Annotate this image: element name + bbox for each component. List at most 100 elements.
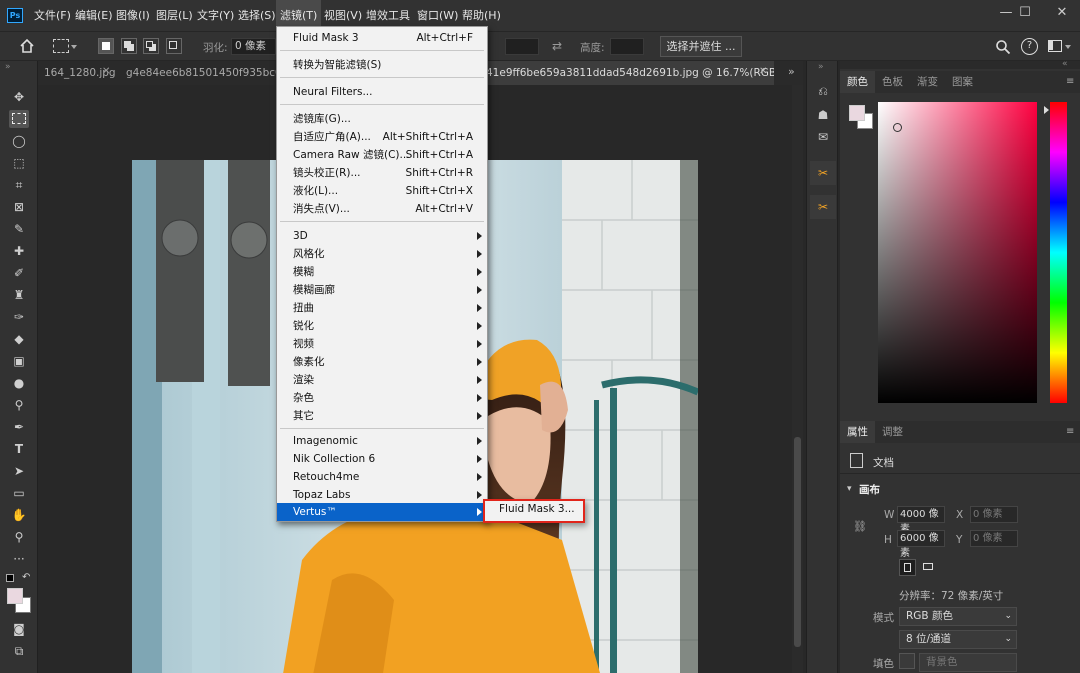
comments-icon[interactable]: ✉ bbox=[810, 125, 836, 149]
chevron-down-icon[interactable]: ▾ bbox=[847, 484, 852, 494]
maximize-button[interactable]: ☐ bbox=[1007, 0, 1043, 28]
menu-item-retouch4me[interactable]: Retouch4me bbox=[277, 468, 487, 486]
help-icon[interactable]: ? bbox=[1021, 38, 1038, 55]
menu-item-camera-raw[interactable]: Camera Raw 滤镜(C)... Shift+Ctrl+A bbox=[277, 146, 487, 164]
color-picker-field[interactable] bbox=[878, 102, 1037, 403]
menu-item-3d[interactable]: 3D bbox=[277, 227, 487, 245]
add-selection-icon[interactable] bbox=[121, 38, 137, 54]
menu-edit[interactable]: 编辑(E) bbox=[71, 0, 117, 31]
menu-item-video[interactable]: 视频 bbox=[277, 335, 487, 353]
zoom-tool-icon[interactable]: ⚲ bbox=[9, 528, 29, 546]
rectangular-marquee-tool-icon[interactable] bbox=[9, 110, 29, 128]
menu-file[interactable]: 文件(F) bbox=[30, 0, 75, 31]
menu-item-other[interactable]: 其它 bbox=[277, 407, 487, 425]
menu-select[interactable]: 选择(S) bbox=[234, 0, 280, 31]
mode-select[interactable]: RGB 颜色 ⌄ bbox=[899, 607, 1017, 626]
vertical-scrollbar[interactable] bbox=[792, 85, 803, 673]
color-panel-foreground-swatch[interactable] bbox=[849, 105, 865, 121]
close-tab-icon[interactable]: ✕ bbox=[102, 66, 110, 77]
tab-patterns[interactable]: 图案 bbox=[945, 71, 980, 93]
hue-slider-handle[interactable] bbox=[1044, 106, 1049, 114]
link-icon[interactable]: ⛓ bbox=[853, 520, 867, 533]
menu-item-blur-gallery[interactable]: 模糊画廊 bbox=[277, 281, 487, 299]
move-tool-icon[interactable]: ✥ bbox=[9, 88, 29, 106]
menu-item-filter-gallery[interactable]: 滤镜库(G)... bbox=[277, 110, 487, 128]
close-button[interactable]: ✕ bbox=[1044, 0, 1080, 28]
menu-layer[interactable]: 图层(L) bbox=[152, 0, 197, 31]
tab-gradients[interactable]: 渐变 bbox=[910, 71, 945, 93]
menu-item-liquify[interactable]: 液化(L)... Shift+Ctrl+X bbox=[277, 182, 487, 200]
foreground-color-swatch[interactable] bbox=[7, 588, 23, 604]
subtract-selection-icon[interactable] bbox=[143, 38, 159, 54]
rectangle-tool-icon[interactable]: ▭ bbox=[9, 484, 29, 502]
menu-item-neural-filters[interactable]: Neural Filters... bbox=[277, 83, 487, 101]
close-tab-icon[interactable]: ✕ bbox=[759, 66, 767, 77]
tab-document-3[interactable]: 41e9ff6be659a3811ddad548d2691b.jpg @ 16.… bbox=[484, 61, 774, 85]
menu-item-sharpen[interactable]: 锐化 bbox=[277, 317, 487, 335]
depth-select[interactable]: 8 位/通道 ⌄ bbox=[899, 630, 1017, 649]
brush-tool-icon[interactable]: ✐ bbox=[9, 264, 29, 282]
width-field[interactable]: 4000 像素 bbox=[897, 506, 945, 535]
path-selection-tool-icon[interactable]: ➤ bbox=[9, 462, 29, 480]
feather-input[interactable]: 0 像素 bbox=[231, 38, 276, 55]
tab-adjustments[interactable]: 调整 bbox=[875, 421, 910, 443]
gradient-tool-icon[interactable]: ▣ bbox=[9, 352, 29, 370]
more-tools-icon[interactable]: ··· bbox=[9, 550, 29, 568]
menu-item-lens-correction[interactable]: 镜头校正(R)... Shift+Ctrl+R bbox=[277, 164, 487, 182]
hue-slider[interactable] bbox=[1050, 102, 1067, 403]
tab-swatches[interactable]: 色板 bbox=[875, 71, 910, 93]
object-selection-tool-icon[interactable]: ⬚ bbox=[9, 154, 29, 172]
healing-brush-tool-icon[interactable]: ✚ bbox=[9, 242, 29, 260]
tool-presets-icon[interactable]: ✂ bbox=[810, 195, 836, 219]
menu-type[interactable]: 文字(Y) bbox=[193, 0, 238, 31]
swap-icon[interactable]: ⇄ bbox=[552, 39, 562, 53]
landscape-orientation-icon[interactable] bbox=[920, 559, 937, 576]
workspace-dropdown-icon[interactable] bbox=[1065, 45, 1071, 49]
history-brush-tool-icon[interactable]: ✑ bbox=[9, 308, 29, 326]
eraser-tool-icon[interactable]: ◆ bbox=[9, 330, 29, 348]
portrait-orientation-icon[interactable] bbox=[899, 559, 916, 576]
height-field[interactable]: 6000 像素 bbox=[897, 530, 945, 559]
eyedropper-tool-icon[interactable]: ✎ bbox=[9, 220, 29, 238]
lasso-tool-icon[interactable]: ◯ bbox=[9, 132, 29, 150]
menu-item-vertus[interactable]: Vertus™ bbox=[277, 503, 487, 521]
width-input[interactable] bbox=[505, 38, 539, 55]
menu-image[interactable]: 图像(I) bbox=[112, 0, 154, 31]
workspace-icon[interactable] bbox=[1048, 40, 1062, 52]
menu-item-convert-smart-filters[interactable]: 转换为智能滤镜(S) bbox=[277, 56, 487, 74]
blur-tool-icon[interactable]: ● bbox=[9, 374, 29, 392]
brush-settings-icon[interactable]: ✂ bbox=[810, 161, 836, 185]
submenu-item-fluid-mask[interactable]: Fluid Mask 3... bbox=[499, 503, 575, 515]
menu-item-last-filter[interactable]: Fluid Mask 3 Alt+Ctrl+F bbox=[277, 29, 487, 47]
default-colors-icon[interactable] bbox=[6, 574, 14, 582]
select-and-mask-button[interactable]: 选择并遮住 ... bbox=[660, 36, 742, 57]
fill-swatch[interactable] bbox=[899, 653, 915, 669]
screen-mode-icon[interactable]: ⧉ bbox=[9, 642, 29, 660]
swap-colors-icon[interactable]: ↶ bbox=[22, 572, 30, 583]
height-input[interactable] bbox=[610, 38, 644, 55]
crop-tool-icon[interactable]: ⌗ bbox=[9, 176, 29, 194]
collapse-icon[interactable]: » bbox=[818, 62, 824, 72]
menu-item-nik-collection[interactable]: Nik Collection 6 bbox=[277, 450, 487, 468]
hand-tool-icon[interactable]: ✋ bbox=[9, 506, 29, 524]
tab-properties[interactable]: 属性 bbox=[840, 421, 875, 443]
menu-item-vanishing-point[interactable]: 消失点(V)... Alt+Ctrl+V bbox=[277, 200, 487, 218]
marquee-tool-preset-icon[interactable] bbox=[53, 39, 69, 53]
home-icon[interactable] bbox=[18, 37, 36, 55]
menu-item-adaptive-wide-angle[interactable]: 自适应广角(A)... Alt+Shift+Ctrl+A bbox=[277, 128, 487, 146]
intersect-selection-icon[interactable] bbox=[166, 38, 182, 54]
tab-color[interactable]: 颜色 bbox=[840, 71, 875, 93]
menu-item-topaz-labs[interactable]: Topaz Labs bbox=[277, 486, 487, 504]
menu-item-pixelate[interactable]: 像素化 bbox=[277, 353, 487, 371]
preset-dropdown-icon[interactable] bbox=[71, 45, 77, 49]
canvas-section-title[interactable]: 画布 bbox=[859, 482, 880, 497]
x-field[interactable]: 0 像素 bbox=[970, 506, 1018, 523]
y-field[interactable]: 0 像素 bbox=[970, 530, 1018, 547]
collapse-icon[interactable]: » bbox=[5, 62, 11, 72]
panel-menu-icon[interactable]: ≡ bbox=[1066, 426, 1074, 437]
type-tool-icon[interactable]: T bbox=[9, 440, 29, 458]
color-picker-cursor[interactable] bbox=[893, 123, 902, 132]
menu-item-stylize[interactable]: 风格化 bbox=[277, 245, 487, 263]
libraries-icon[interactable]: ☗ bbox=[810, 103, 836, 127]
scrollbar-thumb[interactable] bbox=[794, 437, 801, 647]
